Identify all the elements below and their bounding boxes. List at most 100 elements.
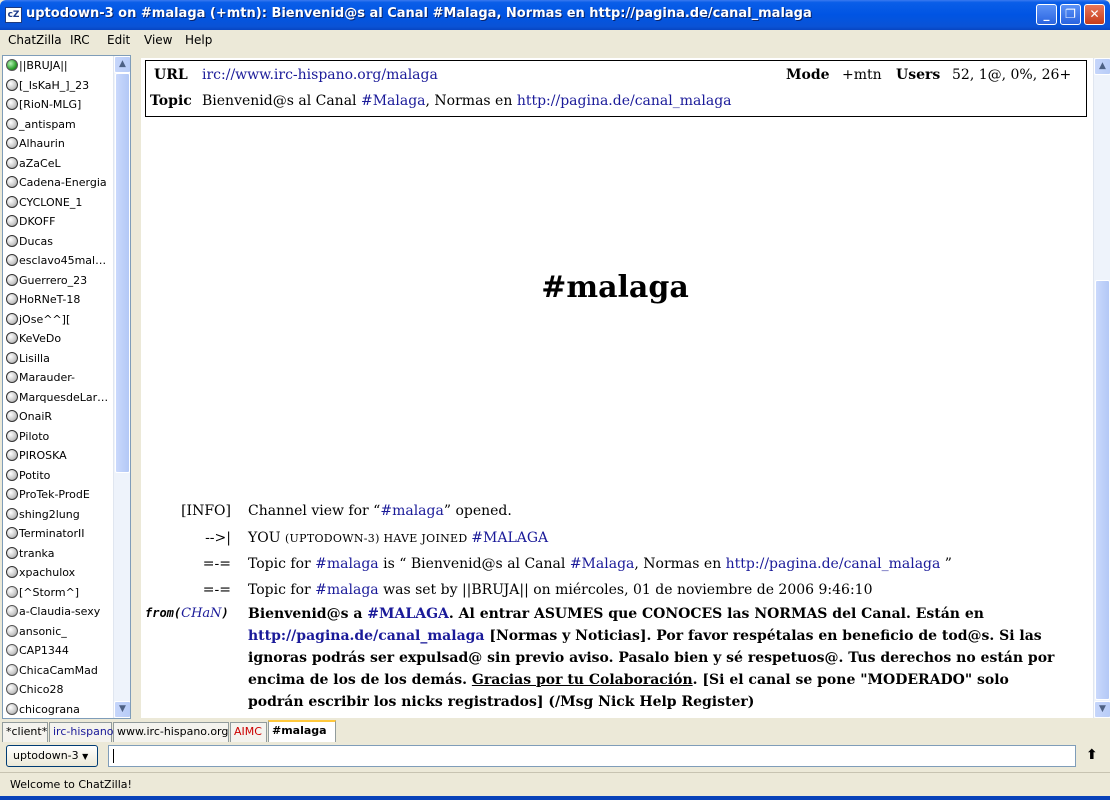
dropdown-arrow-icon: ▼ bbox=[82, 752, 89, 761]
user-list-item[interactable]: Chico28 bbox=[6, 683, 114, 702]
nickname-button[interactable]: uptodown-3 ▼ bbox=[6, 745, 98, 767]
voice-status-icon bbox=[6, 215, 18, 227]
user-list-item[interactable]: xpachulox bbox=[6, 566, 114, 585]
user-nick: esclavo45mal… bbox=[19, 254, 107, 267]
channel-link[interactable]: #malaga bbox=[315, 582, 379, 598]
voice-status-icon bbox=[6, 293, 18, 305]
scrollbar-thumb[interactable] bbox=[115, 73, 130, 473]
chatzilla-app-icon: cZ bbox=[5, 7, 22, 23]
user-nick: [_IsKaH_]_23 bbox=[19, 78, 90, 92]
user-list-item[interactable]: [RioN-MLG] bbox=[6, 98, 114, 117]
user-list-item[interactable]: CYCLONE_1 bbox=[6, 195, 114, 215]
user-nick: Chico28 bbox=[19, 683, 64, 696]
user-list-item[interactable]: aZaCeL bbox=[6, 156, 114, 176]
topic-url-link[interactable]: http://pagina.de/canal_malaga bbox=[517, 93, 732, 109]
user-list[interactable]: ▲ ▼ ||BRUJA|| [_IsKaH_]_23 [RioN-MLG] _anti… bbox=[2, 55, 131, 719]
tab-irc-hispano[interactable]: irc-hispano bbox=[49, 722, 114, 742]
user-list-item[interactable]: Ducas bbox=[6, 234, 114, 254]
scroll-up-icon[interactable]: ▲ bbox=[114, 56, 130, 73]
sender-nick-link[interactable]: CHaN bbox=[181, 606, 221, 621]
user-list-item[interactable]: TerminatorII bbox=[6, 527, 114, 546]
user-list-item[interactable]: _antispam bbox=[6, 117, 114, 137]
voice-status-icon bbox=[6, 429, 18, 442]
user-nick: [RioN-MLG] bbox=[19, 98, 82, 111]
message-code: [INFO] bbox=[181, 503, 231, 519]
voice-status-icon bbox=[6, 371, 18, 383]
channel-link[interactable]: #MALAGA bbox=[367, 606, 449, 622]
user-nick: ChicaCamMad bbox=[19, 663, 98, 677]
menu-irc[interactable]: IRC bbox=[70, 33, 90, 47]
user-list-item[interactable]: Lisilla bbox=[6, 351, 114, 371]
scrollbar-thumb[interactable] bbox=[1095, 280, 1110, 700]
user-list-item[interactable]: Marauder- bbox=[6, 371, 114, 390]
scroll-down-icon[interactable]: ▼ bbox=[114, 701, 130, 718]
tab-client[interactable]: *client* bbox=[2, 722, 48, 742]
status-bar: Welcome to ChatZilla! bbox=[0, 772, 1110, 796]
user-list-item[interactable]: [^Storm^] bbox=[6, 585, 114, 605]
channel-title: #malaga bbox=[541, 270, 689, 305]
user-list-item[interactable]: KeVeDo bbox=[6, 332, 114, 351]
user-list-item[interactable]: esclavo45mal… bbox=[6, 254, 114, 273]
user-list-item[interactable]: ProTek-ProdE bbox=[6, 488, 114, 507]
close-button[interactable]: ✕ bbox=[1084, 4, 1105, 25]
user-nick: Marauder- bbox=[19, 371, 76, 384]
channel-link[interactable]: #malaga bbox=[315, 556, 379, 572]
user-list-scrollbar[interactable]: ▲ ▼ bbox=[113, 56, 130, 718]
tab-aimc[interactable]: AIMC bbox=[230, 722, 267, 742]
user-nick: CYCLONE_1 bbox=[19, 195, 83, 209]
user-list-item[interactable]: DKOFF bbox=[6, 215, 114, 234]
user-list-item[interactable]: Potito bbox=[6, 468, 114, 488]
menu-help[interactable]: Help bbox=[185, 33, 212, 47]
channel-link[interactable]: #Malaga bbox=[570, 556, 635, 572]
user-list-item[interactable]: OnaiR bbox=[6, 410, 114, 429]
user-list-item[interactable]: jOse^^][ bbox=[6, 312, 114, 332]
maximize-button[interactable]: ❐ bbox=[1060, 4, 1081, 25]
channel-link[interactable]: #MALAGA bbox=[471, 530, 548, 546]
channel-url-link[interactable]: irc://www.irc-hispano.org/malaga bbox=[202, 67, 438, 83]
user-nick: shing2lung bbox=[19, 507, 80, 521]
user-nick: Cadena-Energia bbox=[19, 176, 107, 189]
tab-malaga[interactable]: #malaga bbox=[268, 720, 336, 742]
user-list-item[interactable]: [_IsKaH_]_23 bbox=[6, 78, 114, 98]
menu-chatzilla[interactable]: ChatZilla bbox=[8, 33, 62, 47]
scroll-up-icon[interactable]: ▲ bbox=[1094, 58, 1110, 75]
user-list-item[interactable]: Cadena-Energia bbox=[6, 176, 114, 195]
voice-status-icon bbox=[6, 351, 18, 364]
user-list-item[interactable]: chicograna bbox=[6, 702, 114, 719]
topic-url-link[interactable]: http://pagina.de/canal_malaga bbox=[726, 556, 941, 572]
voice-status-icon bbox=[6, 156, 18, 169]
user-list-item[interactable]: MarquesdeLar… bbox=[6, 390, 114, 410]
mode-value: +mtn bbox=[842, 67, 882, 83]
message-input[interactable] bbox=[108, 745, 1076, 767]
channel-link[interactable]: #malaga bbox=[380, 503, 444, 519]
user-list-item[interactable]: ChicaCamMad bbox=[6, 663, 114, 683]
user-nick: Potito bbox=[19, 468, 51, 482]
user-list-item[interactable]: ansonic_ bbox=[6, 624, 114, 644]
user-nick: KeVeDo bbox=[19, 332, 62, 345]
minimize-button[interactable]: _ bbox=[1036, 4, 1057, 25]
user-list-item[interactable]: HoRNeT-18 bbox=[6, 293, 114, 312]
scroll-down-icon[interactable]: ▼ bbox=[1094, 701, 1110, 718]
user-list-item[interactable]: a-Claudia-sexy bbox=[6, 605, 114, 624]
user-list-item[interactable]: tranka bbox=[6, 546, 114, 566]
menu-view[interactable]: View bbox=[144, 33, 172, 47]
status-text: Welcome to ChatZilla! bbox=[10, 778, 132, 791]
tab-www-irc-hispano[interactable]: www.irc-hispano.org bbox=[113, 722, 229, 742]
user-list-item[interactable]: shing2lung bbox=[6, 507, 114, 527]
menu-edit[interactable]: Edit bbox=[107, 33, 130, 47]
user-list-item[interactable]: PIROSKA bbox=[6, 449, 114, 468]
user-list-item[interactable]: ||BRUJA|| bbox=[6, 59, 114, 78]
message-text: Topic for #malaga was set by ||BRUJA|| o… bbox=[248, 582, 873, 598]
channel-header: URL irc://www.irc-hispano.org/malaga Mod… bbox=[145, 60, 1087, 117]
topic-channel-link[interactable]: #Malaga bbox=[361, 93, 426, 109]
output-scrollbar[interactable]: ▲ ▼ bbox=[1093, 58, 1110, 718]
multiline-toggle-icon[interactable]: ⬆ bbox=[1086, 747, 1098, 763]
message-code: =-= bbox=[202, 556, 231, 572]
user-list-item[interactable]: CAP1344 bbox=[6, 644, 114, 663]
user-nick: ||BRUJA|| bbox=[19, 59, 68, 72]
notice-message: Bienvenid@s a #MALAGA. Al entrar ASUMES … bbox=[248, 606, 1055, 710]
user-list-item[interactable]: Piloto bbox=[6, 429, 114, 449]
rules-url-link[interactable]: http://pagina.de/canal_malaga bbox=[248, 628, 485, 644]
user-list-item[interactable]: Alhaurin bbox=[6, 137, 114, 156]
user-list-item[interactable]: Guerrero_23 bbox=[6, 273, 114, 293]
